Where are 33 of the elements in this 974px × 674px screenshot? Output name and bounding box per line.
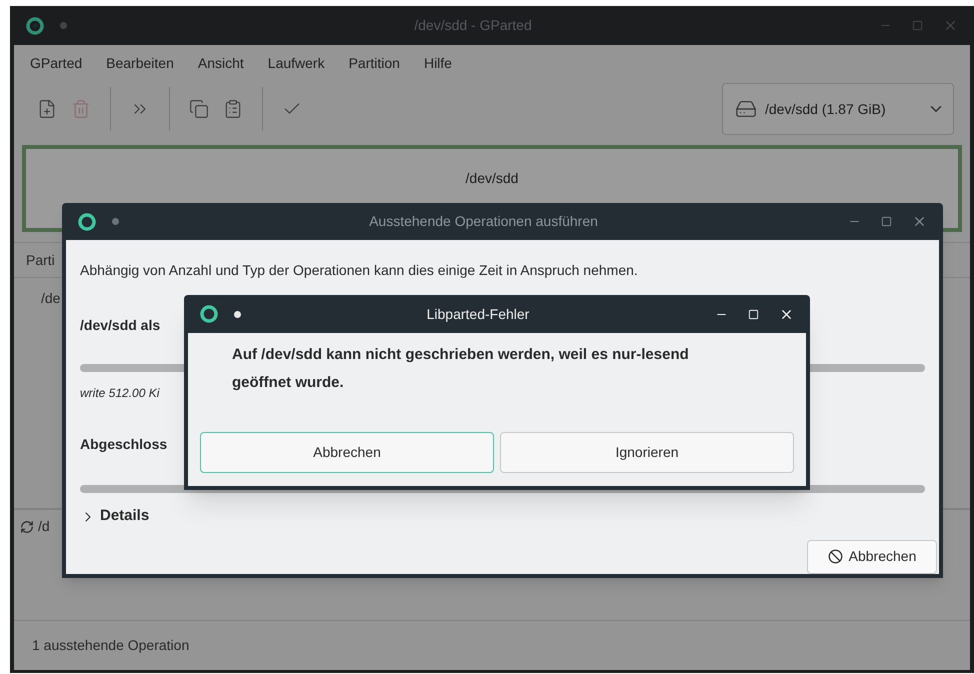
disk-name: /dev/sdd	[466, 169, 518, 188]
device-dropdown[interactable]: /dev/sdd (1.87 GiB)	[722, 83, 954, 135]
new-file-icon[interactable]	[37, 99, 57, 119]
status-text: 1 ausstehende Operation	[32, 636, 190, 655]
cancel-button[interactable]: Abbrechen	[807, 540, 937, 574]
dialog-button[interactable]: Abbrechen	[200, 432, 494, 473]
dialog-title: Libparted-Fehler	[426, 304, 530, 324]
menu-item[interactable]: Partition	[348, 53, 400, 83]
info-text: Abhängig von Anzahl und Typ der Operationen kann dies einige Zeit in Anspruch nehmen.	[80, 261, 639, 280]
operation-label: /dev/sdd als	[80, 316, 160, 335]
menu-item[interactable]: Laufwerk	[268, 53, 325, 83]
completed-label: Abgeschloss	[80, 435, 168, 454]
app-logo-icon	[200, 305, 218, 323]
menu-item[interactable]: Ansicht	[198, 53, 244, 83]
step-text: write 512.00 Ki	[80, 385, 160, 402]
refresh-icon	[20, 520, 34, 534]
menu-item[interactable]: GParted	[30, 53, 82, 83]
table-cell-text: /de	[41, 289, 62, 308]
drive-icon	[735, 98, 757, 120]
details-expander[interactable]: Details	[80, 505, 150, 528]
menu-item[interactable]: Bearbeiten	[106, 53, 174, 83]
copy-icon[interactable]	[189, 99, 209, 119]
app-logo-icon	[26, 16, 44, 34]
column-header: Parti	[26, 250, 55, 270]
operation-item: /d	[38, 517, 50, 536]
dialog-button[interactable]: Ignorieren	[500, 432, 794, 473]
app-logo-icon	[78, 212, 96, 230]
cancel-icon	[828, 549, 843, 564]
error-message: Auf /dev/sdd kann nicht geschrieben werden, weil es nur-lesend geöffnet wurde.	[232, 345, 690, 393]
clipboard-icon[interactable]	[223, 99, 243, 119]
dialog-title: Ausstehende Operationen ausführen	[368, 212, 599, 231]
menu-item[interactable]: Hilfe	[424, 53, 452, 83]
window-title: /dev/sdd - GParted	[413, 16, 533, 35]
